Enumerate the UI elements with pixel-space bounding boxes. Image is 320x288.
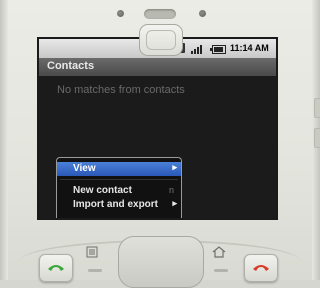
chevron-right-icon: ▸	[172, 162, 177, 172]
menu-item-view[interactable]: View ▸	[57, 162, 181, 176]
earpiece-speaker	[144, 9, 176, 19]
home-icon[interactable]	[212, 246, 226, 258]
call-button[interactable]	[39, 254, 73, 282]
menu-item-import-export[interactable]: Import and export ▸	[57, 198, 181, 212]
phone-device: C 11:14 AM Contacts No matches from cont…	[0, 0, 320, 288]
chevron-right-icon: ▸	[172, 198, 177, 208]
end-call-icon	[253, 265, 269, 271]
front-sensor-left	[117, 10, 124, 17]
menu-item-label: View	[73, 163, 96, 174]
app-title: Contacts	[47, 60, 95, 72]
end-call-button[interactable]	[244, 254, 278, 282]
menu-item-new-contact[interactable]: New contact n	[57, 184, 181, 198]
signal-strength-icon	[191, 43, 205, 54]
battery-icon	[210, 45, 226, 54]
menu-item-label: New contact	[73, 185, 132, 196]
call-icon	[48, 265, 64, 271]
phone-screen: C 11:14 AM Contacts No matches from cont…	[39, 39, 276, 218]
volume-up-button[interactable]	[314, 98, 320, 118]
dpad-center-button[interactable]	[139, 24, 183, 56]
home-key-bar	[214, 269, 228, 272]
status-time: 11:14 AM	[230, 43, 269, 53]
app-title-bar: Contacts	[39, 58, 276, 76]
volume-down-button[interactable]	[314, 128, 320, 148]
hardware-controls	[0, 232, 320, 288]
menu-icon[interactable]	[86, 246, 98, 258]
menu-shortcut: n	[168, 185, 174, 195]
dpad[interactable]	[118, 236, 204, 288]
menu-item-label: Import and export	[73, 199, 159, 210]
options-menu: View ▸ New contact n Import and export ▸	[56, 157, 182, 218]
empty-message: No matches from contacts	[57, 84, 185, 96]
front-sensor-right	[199, 10, 206, 17]
menu-divider	[60, 179, 178, 180]
menu-key-bar	[88, 269, 102, 272]
